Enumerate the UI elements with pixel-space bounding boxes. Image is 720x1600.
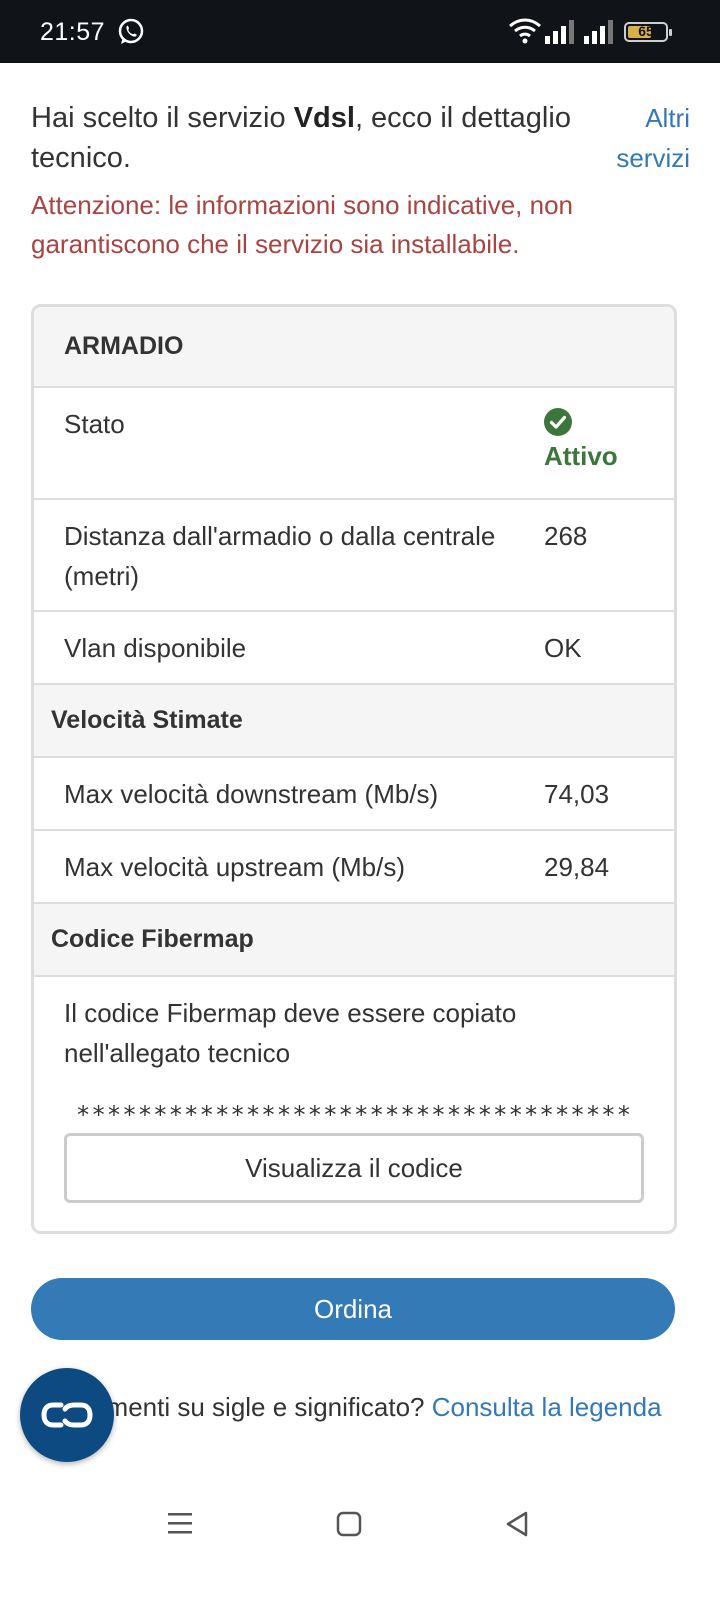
status-badge: Attivo [544,441,618,471]
status-time: 21:57 [40,18,106,46]
help-text: chiarimenti su sigle e significato? Cons… [31,1387,675,1427]
check-circle-icon [544,408,572,436]
section-header-speed: Velocità Stimate [34,685,674,758]
section-header-fibermap: Codice Fibermap [34,904,674,977]
fibermap-masked-code: ************************************ [75,1101,633,1129]
status-bar: 21:57 65 [0,0,720,63]
row-value: 268 [544,521,588,551]
row-value: 74,03 [544,779,610,809]
armadio-panel: ARMADIO Stato Attivo Distanza dall'armad… [31,304,677,1234]
intro-text: Hai scelto il servizio Vdsl, ecco il det… [31,98,591,178]
chat-logo-icon [41,1402,93,1428]
back-icon[interactable] [504,1510,530,1543]
battery-icon: 65 [624,22,672,42]
status-value: Attivo [544,404,674,498]
table-row: Stato Attivo [34,388,674,500]
row-label: Max velocità downstream (Mb/s) [64,779,439,809]
row-label: Distanza dall'armadio o dalla centrale (… [64,521,496,591]
service-name: Vdsl [293,102,355,134]
table-row: Max velocità upstream (Mb/s) 29,84 [34,831,674,904]
table-row: Max velocità downstream (Mb/s) 74,03 [34,758,674,831]
wifi-icon [508,17,542,45]
chat-fab-button[interactable] [20,1368,114,1462]
show-code-button[interactable]: Visualizza il codice [64,1133,644,1203]
order-button[interactable]: Ordina [31,1278,675,1340]
row-label: Stato [64,409,125,439]
altri-servizi-link[interactable]: Altri servizi [580,98,690,178]
row-value: OK [544,633,582,663]
intro-prefix: Hai scelto il servizio [31,102,294,134]
panel-title: ARMADIO [34,307,674,388]
legend-link[interactable]: Consulta la legenda [432,1392,662,1422]
signal-icon [545,20,577,44]
table-row: Distanza dall'armadio o dalla centrale (… [34,500,674,612]
menu-icon[interactable] [166,1510,194,1541]
fibermap-description: Il codice Fibermap deve essere copiato n… [64,998,517,1068]
home-icon[interactable] [336,1511,362,1542]
warning-text: Attenzione: le informazioni sono indicat… [31,190,573,259]
signal-icon [584,20,616,44]
battery-percent: 65 [638,23,654,39]
whatsapp-icon [116,17,146,47]
row-label: Vlan disponibile [64,633,247,663]
row-value: 29,84 [544,852,610,882]
table-row: Vlan disponibile OK [34,612,674,685]
system-nav-bar [0,1480,720,1600]
row-label: Max velocità upstream (Mb/s) [64,852,405,882]
